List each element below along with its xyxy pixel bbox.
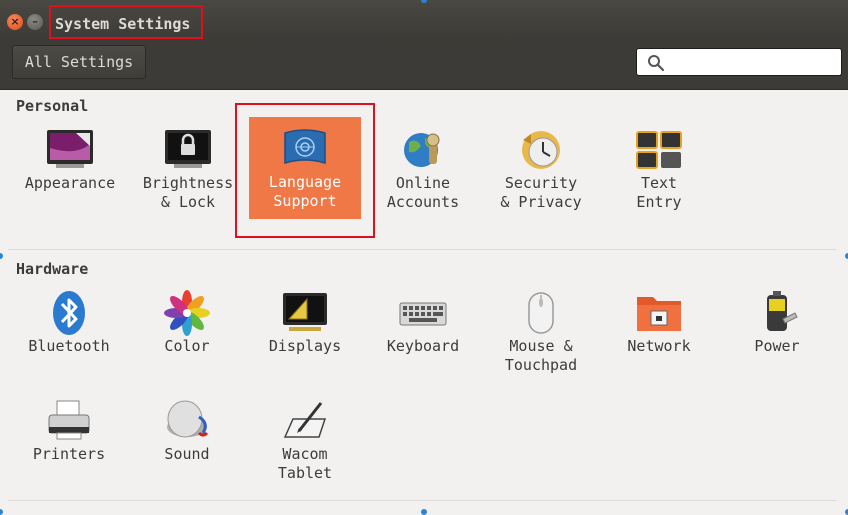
battery-icon — [767, 291, 798, 331]
item-label: Bluetooth — [28, 337, 110, 355]
settings-item-printers[interactable]: Printers — [10, 389, 128, 499]
item-label: Online Accounts — [386, 174, 460, 211]
keyboard-icon — [399, 302, 447, 326]
settings-item-keyboard[interactable]: Keyboard — [364, 281, 482, 391]
item-label: Keyboard — [386, 337, 460, 355]
settings-item-wacom-tablet[interactable]: Wacom Tablet — [246, 389, 364, 499]
item-label: Power — [754, 337, 800, 355]
section-divider — [8, 249, 836, 250]
search-input[interactable] — [671, 51, 839, 75]
item-label: Appearance — [24, 174, 116, 192]
item-label: Mouse & Touchpad — [504, 337, 578, 374]
online-accounts-icon — [404, 133, 440, 167]
display-icon — [283, 293, 327, 331]
settings-item-brightness-lock[interactable]: Brightness & Lock — [129, 118, 247, 228]
close-window-button[interactable]: × — [7, 14, 23, 30]
keyboard-keys-icon — [636, 131, 682, 169]
all-settings-button[interactable]: All Settings — [12, 45, 146, 79]
tablet-pen-icon — [283, 402, 327, 438]
printer-icon — [48, 400, 90, 440]
mouse-icon — [528, 292, 554, 334]
settings-item-bluetooth[interactable]: Bluetooth — [10, 281, 128, 391]
settings-item-color[interactable]: Color — [128, 281, 246, 391]
clock-icon — [522, 131, 560, 169]
bluetooth-icon — [53, 291, 85, 335]
resize-handle-bottom-left[interactable] — [0, 509, 3, 515]
section-title-personal: Personal — [16, 97, 89, 115]
item-label: Security & Privacy — [500, 174, 582, 211]
settings-item-security-privacy[interactable]: Security & Privacy — [482, 118, 600, 228]
title-bar: × – System Settings — [0, 0, 848, 41]
lock-icon — [165, 130, 211, 168]
annotation-highlight-box — [235, 103, 375, 238]
section-title-hardware: Hardware — [16, 260, 89, 278]
item-label: Color — [164, 337, 210, 355]
item-label: Text Entry — [636, 174, 682, 211]
search-icon — [648, 55, 665, 72]
settings-item-appearance[interactable]: Appearance — [11, 118, 129, 228]
settings-item-mouse-touchpad[interactable]: Mouse & Touchpad — [482, 281, 600, 391]
search-box[interactable] — [636, 48, 842, 76]
toolbar: All Settings — [0, 40, 848, 90]
settings-item-text-entry[interactable]: Text Entry — [600, 118, 718, 228]
resize-handle-bottom[interactable] — [421, 509, 427, 515]
settings-item-online-accounts[interactable]: Online Accounts — [364, 118, 482, 228]
item-label: Network — [627, 337, 691, 355]
item-label: Displays — [268, 337, 342, 355]
settings-item-displays[interactable]: Displays — [246, 281, 364, 391]
item-label: Wacom Tablet — [277, 445, 333, 482]
settings-item-network[interactable]: Network — [600, 281, 718, 391]
speaker-icon — [167, 400, 209, 438]
minimize-window-button[interactable]: – — [27, 14, 43, 30]
appearance-icon — [47, 130, 93, 168]
color-flower-icon — [164, 290, 210, 336]
network-folder-icon — [637, 297, 681, 331]
item-label: Printers — [32, 445, 106, 463]
section-divider — [8, 500, 836, 501]
window-title: System Settings — [49, 5, 203, 39]
resize-handle-left[interactable] — [0, 253, 3, 259]
settings-item-power[interactable]: Power — [718, 281, 836, 391]
item-label: Brightness & Lock — [142, 174, 234, 211]
item-label: Sound — [164, 445, 210, 463]
settings-item-sound[interactable]: Sound — [128, 389, 246, 499]
